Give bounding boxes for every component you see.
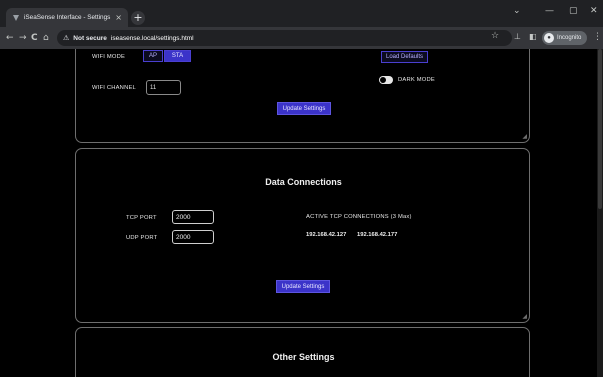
resize-grip-icon[interactable]: ◢ (522, 314, 527, 320)
dark-mode-label: DARK MODE (398, 77, 435, 83)
wifi-channel-input[interactable]: 11 (146, 80, 181, 95)
reload-icon[interactable]: C (31, 32, 38, 44)
wifi-mode-label: WIFI MODE (92, 54, 126, 60)
wifi-mode-sta-button[interactable]: STA (164, 50, 191, 62)
browser-toolbar: ← → C ⌂ ⚠ Not secure iseasense.local/set… (0, 27, 603, 49)
minimize-icon[interactable]: — (545, 6, 554, 16)
extensions-icon[interactable]: ⊥ (514, 32, 521, 41)
other-settings-title: Other Settings (272, 352, 335, 362)
incognito-label: Incognito (557, 35, 582, 41)
browser-tabstrip: iSeaSense Interface - Settings × + ⌄ — ▢… (0, 0, 603, 27)
toggle-knob (380, 77, 386, 83)
tcp-port-label: TCP PORT (126, 215, 157, 221)
home-icon[interactable]: ⌂ (43, 32, 49, 44)
active-connection-ip: 192.168.42.177 (357, 232, 398, 238)
tab-title: iSeaSense Interface - Settings (24, 14, 111, 21)
incognito-badge[interactable]: ● Incognito (542, 31, 588, 45)
page-scrollbar[interactable] (597, 49, 603, 377)
load-defaults-button[interactable]: Load Defaults (381, 51, 428, 63)
incognito-icon: ● (544, 33, 554, 43)
scrollbar-thumb[interactable] (598, 49, 602, 209)
browser-tab[interactable]: iSeaSense Interface - Settings × (6, 8, 128, 27)
side-panel-icon[interactable]: ◧ (529, 32, 537, 41)
browser-menu-icon[interactable]: ⋮ (593, 32, 602, 42)
wifi-update-settings-button[interactable]: Update Settings (277, 102, 331, 115)
data-connections-title: Data Connections (265, 177, 342, 187)
address-bar[interactable]: ⚠ Not secure iseasense.local/settings.ht… (57, 30, 512, 46)
not-secure-label[interactable]: Not secure (73, 35, 107, 42)
site-favicon-icon (12, 14, 20, 22)
data-connections-card: Data Connections TCP PORT 2000 UDP PORT … (75, 148, 530, 323)
wifi-channel-label: WIFI CHANNEL (92, 85, 136, 91)
wifi-mode-ap-button[interactable]: AP (143, 50, 163, 62)
warning-icon[interactable]: ⚠ (63, 34, 69, 42)
data-update-settings-button[interactable]: Update Settings (276, 280, 330, 293)
wifi-settings-card: WIFI MODE AP STA WIFI CHANNEL 11 Load De… (75, 49, 530, 143)
maximize-icon[interactable]: ▢ (569, 6, 578, 16)
tab-close-icon[interactable]: × (115, 13, 122, 22)
bookmark-star-icon[interactable]: ☆ (491, 31, 499, 41)
url-text[interactable]: iseasense.local/settings.html (111, 35, 194, 42)
active-connection-ip: 192.168.42.127 (306, 232, 347, 238)
active-connections-label: ACTIVE TCP CONNECTIONS (3 Max) (306, 214, 412, 220)
udp-port-input[interactable]: 2000 (172, 230, 214, 244)
tab-list-icon[interactable]: ⌄ (513, 6, 521, 16)
other-settings-card: Other Settings (75, 327, 530, 377)
resize-grip-icon[interactable]: ◢ (522, 134, 527, 140)
window-close-icon[interactable]: ✕ (590, 6, 598, 16)
tcp-port-input[interactable]: 2000 (172, 210, 214, 224)
udp-port-label: UDP PORT (126, 235, 158, 241)
dark-mode-toggle[interactable] (379, 76, 393, 84)
page-viewport: WIFI MODE AP STA WIFI CHANNEL 11 Load De… (0, 49, 597, 377)
back-icon[interactable]: ← (6, 32, 14, 44)
forward-icon[interactable]: → (19, 32, 27, 44)
new-tab-button[interactable]: + (131, 11, 145, 25)
